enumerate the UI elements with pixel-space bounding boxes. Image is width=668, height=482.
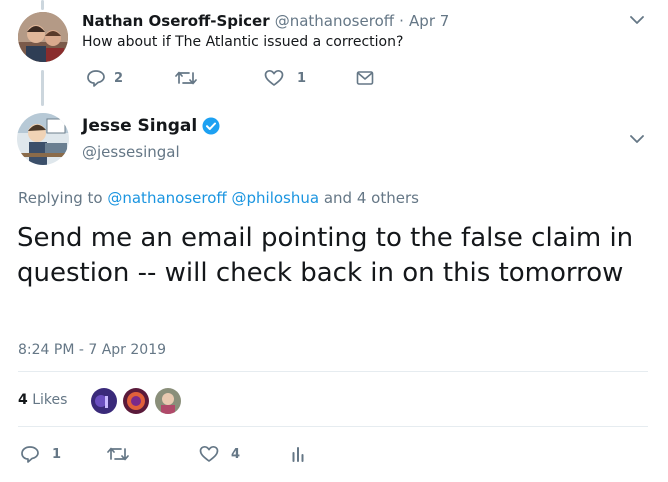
reply-icon: [87, 70, 105, 87]
reply-action-reply[interactable]: 2: [86, 69, 123, 87]
retweet-icon: [107, 447, 129, 461]
thread-line-top: [41, 0, 44, 10]
reply-icon: [21, 446, 39, 463]
main-action-like[interactable]: 4: [199, 445, 240, 463]
main-author-handle[interactable]: @jessesingal: [82, 143, 180, 161]
reply-header: Nathan Oseroff-Spicer @nathanoseroff · A…: [82, 11, 449, 30]
liker-avatar[interactable]: [90, 387, 118, 415]
thread-line-middle: [41, 70, 44, 106]
likes-stat[interactable]: 4 Likes: [18, 392, 67, 408]
reply-action-retweet[interactable]: [175, 69, 197, 87]
main-tweet-text: Send me an email pointing to the false c…: [17, 223, 634, 288]
avatar[interactable]: [18, 12, 68, 62]
reply-count: 2: [114, 70, 124, 86]
chevron-down-icon[interactable]: [629, 134, 645, 144]
reply-date[interactable]: Apr 7: [409, 12, 449, 30]
avatar[interactable]: [17, 113, 69, 165]
analytics-icon: [292, 447, 304, 462]
main-tweet-timestamp[interactable]: 8:24 PM - 7 Apr 2019: [18, 342, 166, 358]
replying-to-user[interactable]: @nathanoseroff: [107, 189, 226, 207]
main-author-name-row: Jesse Singal: [82, 116, 220, 136]
main-like-count: 4: [231, 446, 241, 462]
main-action-reply[interactable]: 1: [20, 445, 61, 463]
liker-avatar[interactable]: [122, 387, 150, 415]
heart-icon: [199, 445, 219, 462]
reply-like-count: 1: [297, 70, 307, 86]
replying-to-line: Replying to @nathanoseroff @philoshua an…: [18, 189, 419, 207]
message-icon: [356, 71, 374, 85]
likes-label: Likes: [32, 392, 68, 408]
likes-count: 4: [18, 392, 28, 408]
divider: [18, 371, 648, 372]
verified-badge-icon: [202, 117, 220, 135]
retweet-icon: [175, 71, 197, 85]
liker-avatar[interactable]: [154, 387, 182, 415]
main-action-analytics[interactable]: [291, 445, 305, 463]
replying-to-prefix: Replying to: [18, 189, 103, 207]
main-action-retweet[interactable]: [107, 445, 129, 463]
replying-to-others[interactable]: and 4 others: [324, 189, 419, 207]
reply-action-like[interactable]: 1: [264, 69, 306, 87]
reply-action-message[interactable]: [356, 70, 374, 86]
reply-author-name[interactable]: Nathan Oseroff-Spicer: [82, 12, 270, 30]
reply-author-handle[interactable]: @nathanoseroff: [275, 12, 394, 30]
main-reply-count: 1: [52, 446, 62, 462]
main-author-name[interactable]: Jesse Singal: [82, 116, 197, 136]
chevron-down-icon[interactable]: [629, 15, 645, 25]
divider: [18, 426, 648, 427]
heart-icon: [264, 69, 284, 86]
replying-to-user[interactable]: @philoshua: [232, 189, 320, 207]
reply-text: How about if The Atlantic issued a corre…: [82, 34, 404, 50]
reply-separator: ·: [399, 12, 404, 30]
